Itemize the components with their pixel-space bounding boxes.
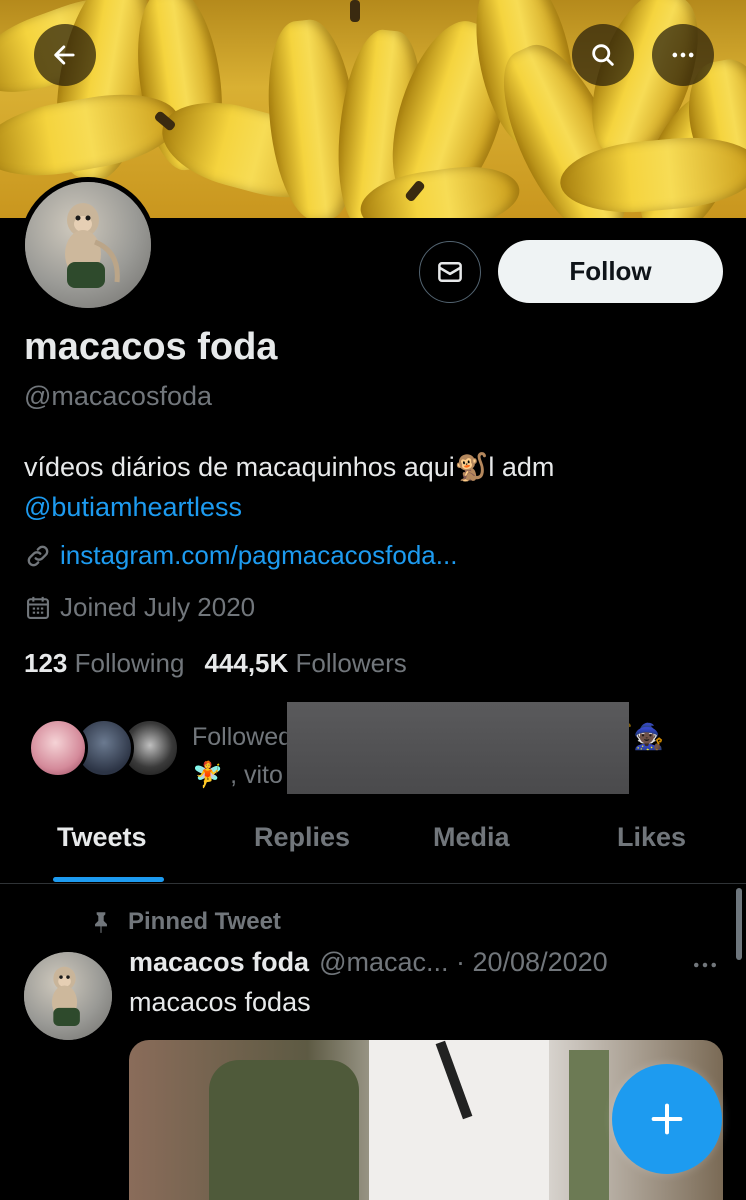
profile-joined-date: Joined July 2020: [60, 592, 256, 622]
compose-tweet-button[interactable]: [612, 1064, 722, 1174]
tweet-author-handle-date: @macac... · 20/08/2020: [319, 947, 608, 977]
tweet-text: macacos fodas: [129, 987, 311, 1017]
followers-label: Followers: [295, 648, 407, 678]
redaction-box: [287, 702, 629, 794]
search-button[interactable]: [572, 24, 634, 86]
bio-text: vídeos diários de macaquinhos aqui🐒l adm: [24, 452, 555, 482]
more-icon: [694, 962, 716, 968]
tweet-author-name[interactable]: macacos foda: [129, 947, 309, 978]
profile-stats: 123 Following 444,5K Followers: [24, 648, 407, 679]
plus-icon: [651, 1103, 683, 1135]
link-icon: [27, 545, 49, 566]
message-button[interactable]: [419, 241, 481, 303]
tab-likes[interactable]: Likes: [617, 822, 686, 853]
tweet-header: macacos foda @macac... · 20/08/2020: [129, 947, 608, 978]
follower-avatar-1: [28, 718, 88, 778]
pin-icon: [95, 912, 107, 933]
tweet-author-avatar[interactable]: [24, 952, 112, 1040]
back-arrow-icon: [54, 45, 75, 65]
followers-count: 444,5K: [204, 648, 289, 678]
profile-tabs: Tweets Replies Media Likes: [0, 800, 746, 884]
profile-handle: @macacosfoda: [24, 381, 212, 411]
tweet-more-button[interactable]: [690, 950, 720, 985]
following-count: 123: [24, 648, 68, 678]
profile-joined-row: Joined July 2020: [24, 592, 255, 623]
profile-name: macacos foda: [24, 326, 278, 368]
profile-bio: vídeos diários de macaquinhos aqui🐒l adm…: [24, 447, 724, 527]
search-icon: [592, 44, 614, 66]
scrollbar[interactable]: [736, 888, 742, 960]
more-button[interactable]: [652, 24, 714, 86]
following-stat[interactable]: 123 Following: [24, 648, 184, 679]
tab-media[interactable]: Media: [433, 822, 510, 853]
back-button[interactable]: [34, 24, 96, 86]
monkey-photo: [65, 203, 120, 288]
active-tab-indicator: [53, 877, 164, 882]
pinned-label-text: Pinned Tweet: [128, 908, 281, 935]
pinned-tweet-label: Pinned Tweet: [88, 908, 281, 936]
monkey-photo-small: [51, 966, 80, 1027]
following-label: Following: [74, 648, 185, 678]
calendar-icon: [27, 596, 49, 619]
profile-website-row: instagram.com/pagmacacosfoda...: [24, 540, 457, 571]
tab-tweets[interactable]: Tweets: [57, 822, 147, 853]
more-icon: [672, 52, 694, 58]
bio-mention-link[interactable]: @butiamheartless: [24, 487, 724, 527]
follow-button[interactable]: Follow: [498, 240, 723, 303]
followers-stat[interactable]: 444,5K Followers: [204, 648, 406, 679]
profile-website-link[interactable]: instagram.com/pagmacacosfoda...: [60, 540, 457, 571]
mail-icon: [438, 262, 462, 282]
tab-replies[interactable]: Replies: [254, 822, 350, 853]
profile-avatar[interactable]: [20, 177, 156, 313]
